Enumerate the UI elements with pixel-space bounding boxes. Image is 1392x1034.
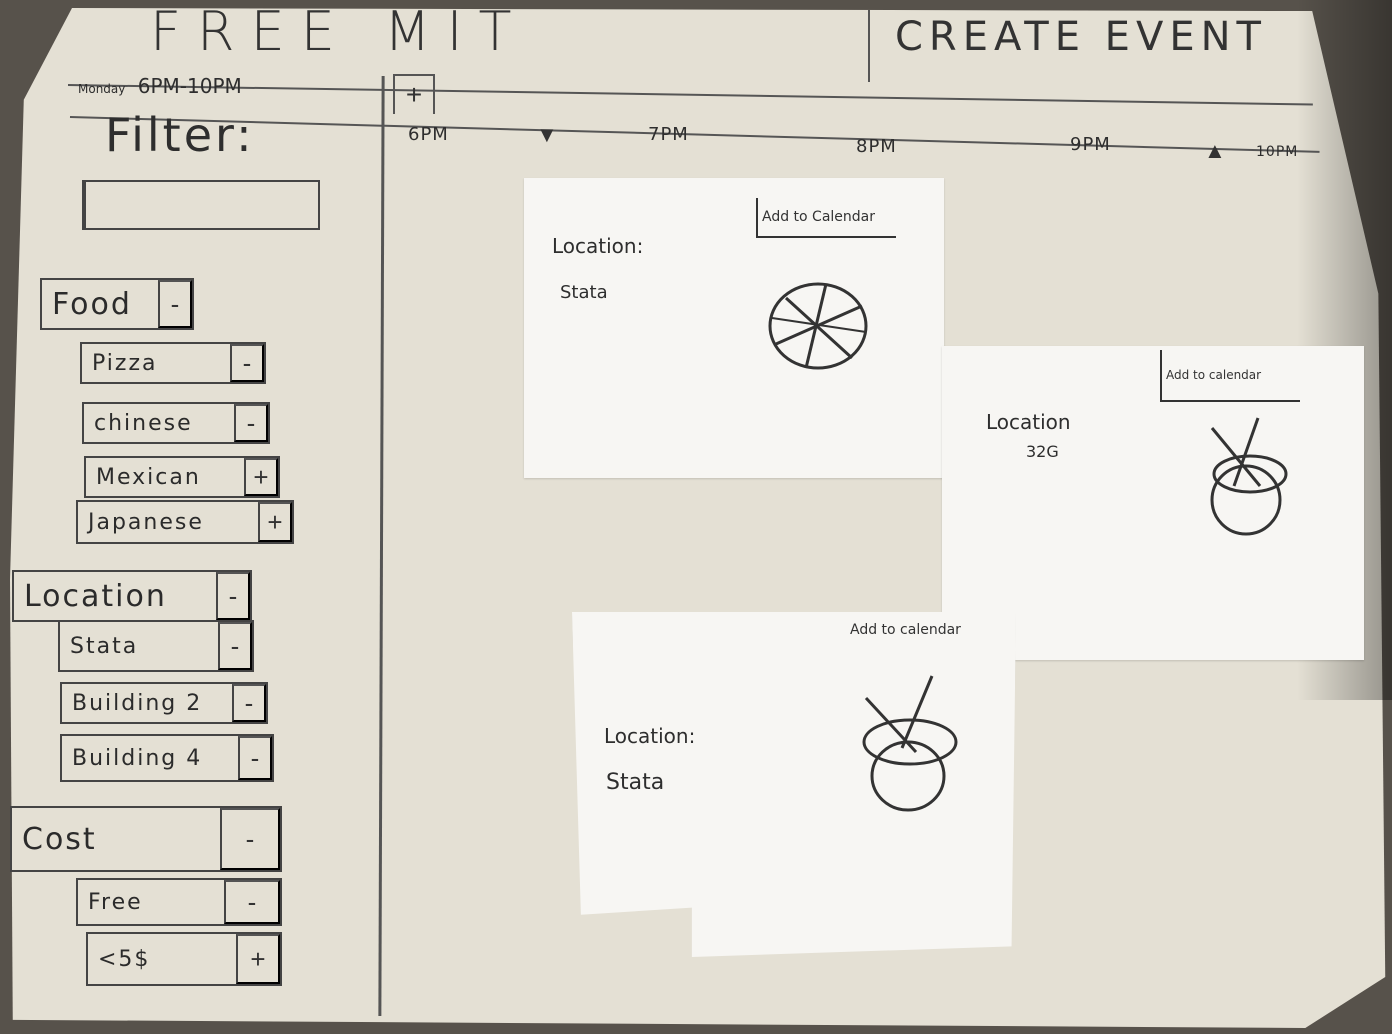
date-weekday: Monday	[78, 82, 126, 96]
header-divider	[868, 10, 870, 82]
event-location-label: Location:	[604, 724, 696, 748]
filter-item-label: Free	[88, 889, 143, 915]
event-location-value: Stata	[606, 770, 665, 795]
filter-item-label: Pizza	[92, 350, 158, 376]
add-to-calendar-button[interactable]: Add to calendar	[846, 616, 996, 644]
remove-filter-button[interactable]: -	[224, 880, 280, 924]
timeline-tick: 10PM	[1256, 144, 1299, 160]
date-range: Monday 6PM-10PM	[78, 74, 242, 98]
timeline-scroll-left-arrow-icon[interactable]: ▼	[536, 124, 558, 146]
collapse-button[interactable]: -	[216, 572, 250, 620]
timeline-tick: 8PM	[856, 136, 897, 157]
filter-item-mexican: Mexican +	[84, 456, 280, 498]
filter-group-food: Food -	[40, 278, 194, 330]
filter-item-under-5: <5$ +	[86, 932, 282, 986]
filter-item-label: Mexican	[96, 464, 201, 490]
filter-group-location: Location -	[12, 570, 252, 622]
bowl-chopsticks-icon	[862, 675, 958, 812]
filter-group-label: Location	[24, 578, 167, 614]
create-event-button[interactable]: CREATE EVENT	[895, 14, 1267, 60]
filter-item-label: Stata	[70, 633, 139, 659]
timeline-scroll-right-arrow-icon[interactable]: ▲	[1204, 140, 1226, 162]
filter-item-free: Free -	[76, 878, 282, 926]
filter-item-label: Building 2	[72, 690, 203, 716]
add-filter-button[interactable]: +	[244, 458, 278, 496]
filter-group-label: Cost	[22, 821, 97, 857]
event-card[interactable]: Location: Stata Add to Calendar	[524, 178, 944, 478]
remove-filter-button[interactable]: -	[218, 622, 252, 670]
timeline-tick: 7PM	[648, 124, 689, 145]
collapse-button[interactable]: -	[158, 280, 192, 328]
event-location-label: Location:	[552, 234, 644, 258]
filter-item-building-4: Building 4 -	[60, 734, 274, 782]
filter-item-label: <5$	[98, 946, 151, 972]
filter-group-label: Food	[52, 286, 132, 322]
filter-item-label: chinese	[94, 410, 193, 436]
filter-item-label: Japanese	[88, 509, 204, 535]
filter-group-cost: Cost -	[10, 806, 282, 872]
add-day-button[interactable]: +	[393, 74, 435, 114]
remove-filter-button[interactable]: -	[232, 684, 266, 722]
remove-filter-button[interactable]: -	[230, 344, 264, 382]
event-location-value: Stata	[560, 282, 608, 303]
pizza-icon	[768, 282, 868, 370]
filter-item-stata: Stata -	[58, 620, 254, 672]
bowl-chopsticks-icon	[1210, 417, 1288, 536]
timeline-tick: 9PM	[1070, 134, 1111, 155]
remove-filter-button[interactable]: -	[234, 404, 268, 442]
event-location-value: 32G	[1026, 442, 1059, 461]
timeline-tick: 6PM	[408, 124, 449, 145]
date-range-value: 6PM-10PM	[137, 74, 242, 98]
filter-search-input[interactable]	[82, 180, 320, 230]
event-location-label: Location	[986, 410, 1071, 434]
filter-item-pizza: Pizza -	[80, 342, 266, 384]
filter-item-japanese: Japanese +	[76, 500, 294, 544]
filter-title: Filter:	[105, 108, 255, 162]
add-filter-button[interactable]: +	[258, 502, 292, 542]
filter-item-building-2: Building 2 -	[60, 682, 268, 724]
remove-filter-button[interactable]: -	[238, 736, 272, 780]
filter-item-label: Building 4	[72, 745, 203, 771]
add-to-calendar-button[interactable]: Add to calendar	[1160, 350, 1300, 402]
collapse-button[interactable]: -	[220, 808, 280, 870]
add-filter-button[interactable]: +	[236, 934, 280, 984]
app-title: FREE MIT	[150, 0, 528, 63]
filter-item-chinese: chinese -	[82, 402, 270, 444]
add-to-calendar-button[interactable]: Add to Calendar	[756, 198, 896, 238]
